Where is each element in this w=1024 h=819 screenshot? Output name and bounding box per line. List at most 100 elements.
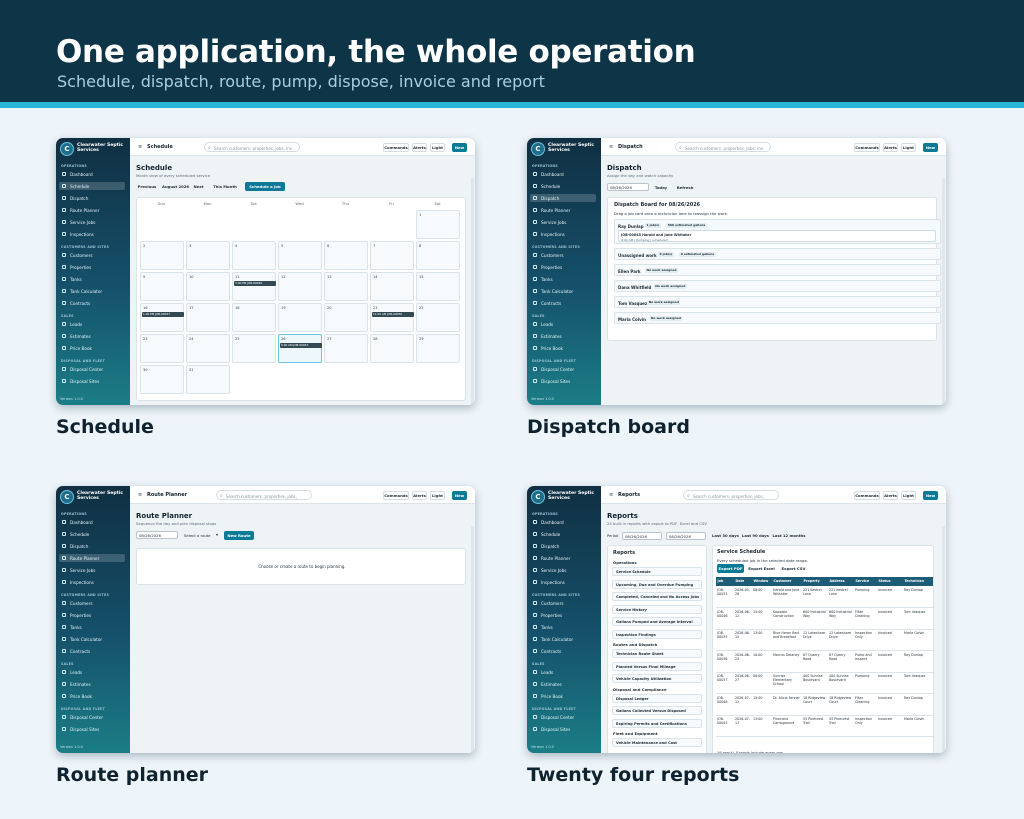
calendar-day[interactable]: 23 [140,334,184,363]
sidebar-item-contracts[interactable]: Contracts [59,299,125,307]
calendar-day[interactable]: 13 [324,272,368,301]
table-row[interactable]: JOB-00036 2026-06-22 10:00 Marcus Delaney 87… [716,652,933,673]
menu-icon[interactable]: ≡ [138,144,142,150]
calendar-day[interactable]: 7 [370,241,414,270]
sidebar-item-properties[interactable]: Properties [530,263,596,271]
sidebar-item-tank-calculator[interactable]: Tank Calculator [530,635,596,643]
table-row[interactable]: JOB-00043 2026-07-17 13:00 Pinecrest Campgr… [716,716,933,737]
sidebar-item-tank-calculator[interactable]: Tank Calculator [59,635,125,643]
calendar-day[interactable]: 20 [324,303,368,332]
sidebar-item-price-book[interactable]: Price Book [59,344,125,352]
sidebar-item-dashboard[interactable]: Dashboard [59,518,125,526]
commands-button[interactable]: Commands [383,142,409,152]
sidebar-item-customers[interactable]: Customers [59,599,125,607]
sidebar-item-estimates[interactable]: Estimates [530,680,596,688]
scrollbar[interactable] [471,526,474,753]
search-input[interactable]: ⌕ Search customers, properties, jobs, [683,490,779,500]
report-item[interactable]: Technician Route Sheet [612,649,702,658]
new-button[interactable]: New [923,142,938,152]
table-row[interactable]: JOB-00037 2026-06-27 08:00 Sunrise Elementa… [716,673,933,694]
sidebar-item-tanks[interactable]: Tanks [530,623,596,631]
sidebar-item-dispatch[interactable]: Dispatch [530,542,596,550]
technician-lane[interactable]: Unassigned work 0 job(s) 0 estimated gallo… [614,248,941,260]
report-item[interactable]: Gallons Pumped and Average Interval [612,617,702,626]
sidebar-item-leads[interactable]: Leads [530,320,596,328]
sidebar-item-properties[interactable]: Properties [530,611,596,619]
sidebar-item-dashboard[interactable]: Dashboard [530,170,596,178]
sidebar-item-customers[interactable]: Customers [59,251,125,259]
sidebar-item-disposal-center[interactable]: Disposal Center [530,713,596,721]
light-button[interactable]: Light [901,142,916,152]
sidebar-item-disposal-sites[interactable]: Disposal Sites [59,377,125,385]
alerts-button[interactable]: Alerts [883,142,898,152]
calendar-event[interactable]: 3:00 PM JOB-00048 [234,281,276,286]
calendar-day[interactable]: 17 [186,303,230,332]
sidebar-item-service-jobs[interactable]: Service Jobs [530,566,596,574]
calendar-event[interactable]: 1:00 PM JOB-00047 [142,312,184,317]
calendar-day[interactable]: 21 11:00 AM JOB-00050 [370,303,414,332]
next-button[interactable]: Next [191,182,206,191]
sidebar-item-tank-calculator[interactable]: Tank Calculator [530,287,596,295]
calendar-day[interactable]: 11 3:00 PM JOB-00048 [232,272,276,301]
calendar-day[interactable]: 5 [278,241,322,270]
calendar-day[interactable]: 25 [232,334,276,363]
sidebar-item-disposal-sites[interactable]: Disposal Sites [530,725,596,733]
calendar-day[interactable]: 4 [232,241,276,270]
scrollbar[interactable] [471,178,474,405]
calendar-day[interactable]: 19 [278,303,322,332]
alerts-button[interactable]: Alerts [883,490,898,500]
calendar-day[interactable]: 18 [232,303,276,332]
sidebar-item-route-planner[interactable]: Route Planner [59,554,125,562]
sidebar-item-estimates[interactable]: Estimates [530,332,596,340]
calendar-day[interactable]: 15 [416,272,460,301]
report-item[interactable]: Inspection Findings [612,629,702,639]
sidebar-item-leads[interactable]: Leads [530,668,596,676]
sidebar-item-schedule[interactable]: Schedule [59,182,125,190]
calendar-day[interactable]: 9 [140,272,184,301]
sidebar-item-inspections[interactable]: Inspections [59,578,125,586]
calendar-event[interactable]: 11:00 AM JOB-00050 [372,312,414,317]
route-select[interactable]: Select a route [184,533,211,538]
sidebar-item-disposal-center[interactable]: Disposal Center [59,365,125,373]
calendar-day[interactable]: 10 [186,272,230,301]
sidebar-item-route-planner[interactable]: Route Planner [530,554,596,562]
month-button[interactable]: August 2026 [162,182,189,191]
range-button[interactable]: Last 30 days [712,531,739,540]
report-item[interactable]: Service History [612,604,702,614]
report-item[interactable]: Completed, Canceled and No Access Jobs [612,592,702,601]
sidebar-item-price-book[interactable]: Price Book [530,344,596,352]
calendar-day[interactable]: 2 [140,241,184,270]
calendar-day[interactable]: 30 [140,365,184,394]
search-input[interactable]: ⌕ Search customers, properties, jobs, inv [204,142,300,152]
calendar-day[interactable]: 31 [186,365,230,394]
technician-lane[interactable]: Tom Vasquez No work assigned [614,296,941,308]
calendar-day[interactable]: 14 [370,272,414,301]
light-button[interactable]: Light [430,142,445,152]
menu-icon[interactable]: ≡ [138,492,142,498]
scrollbar[interactable] [942,178,945,405]
calendar-day[interactable]: 28 [370,334,414,363]
sidebar-item-leads[interactable]: Leads [59,668,125,676]
range-button[interactable]: Last 12 months [772,531,806,540]
table-row[interactable]: JOB-00033 2026-05-28 08:00 Harold and June … [716,587,933,608]
calendar-day[interactable]: 12 [278,272,322,301]
sidebar-item-properties[interactable]: Properties [59,263,125,271]
date-from-input[interactable]: 08/26/2026 [622,531,662,540]
light-button[interactable]: Light [901,490,916,500]
calendar-day[interactable]: 24 [186,334,230,363]
sidebar-item-tanks[interactable]: Tanks [59,623,125,631]
technician-lane[interactable]: Ray Dunlap 1 job(s) 500 estimated gallons J… [614,219,941,244]
range-button[interactable]: Last 90 days [742,531,769,540]
sidebar-item-price-book[interactable]: Price Book [59,692,125,700]
sidebar-item-dashboard[interactable]: Dashboard [59,170,125,178]
calendar-day[interactable]: 16 1:00 PM JOB-00047 [140,303,184,332]
export-button[interactable]: Export Excel [747,564,776,573]
new-button[interactable]: New [923,490,938,500]
sidebar-item-tanks[interactable]: Tanks [59,275,125,283]
sidebar-item-inspections[interactable]: Inspections [59,230,125,238]
sidebar-item-route-planner[interactable]: Route Planner [530,206,596,214]
sidebar-item-dispatch[interactable]: Dispatch [530,194,596,202]
menu-icon[interactable]: ≡ [609,144,613,150]
today-button[interactable]: Today [652,183,670,192]
schedule-button[interactable]: Schedule a Job [245,182,285,191]
